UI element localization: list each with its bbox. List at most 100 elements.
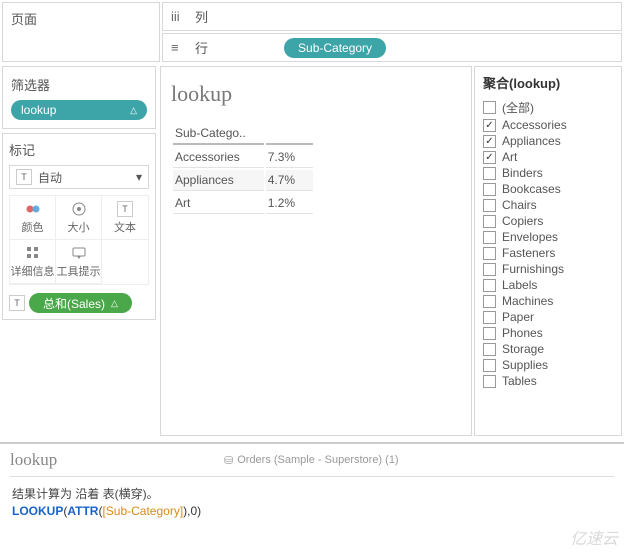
agg-all[interactable]: (全部) [483, 98, 613, 117]
agg-item[interactable]: Envelopes [483, 229, 613, 245]
row-pill-subcategory[interactable]: Sub-Category [284, 38, 386, 58]
agg-item[interactable]: Bookcases [483, 181, 613, 197]
marks-pill-icon: △ [111, 298, 118, 309]
agg-item[interactable]: Binders [483, 165, 613, 181]
agg-item[interactable]: Tables [483, 373, 613, 389]
pill-type-icon: T [9, 295, 25, 311]
checkbox-icon [483, 119, 496, 132]
chevron-down-icon: ▾ [136, 170, 142, 184]
agg-item[interactable]: Labels [483, 277, 613, 293]
agg-item[interactable]: Copiers [483, 213, 613, 229]
checkbox-icon [483, 231, 496, 244]
marks-pill-sales[interactable]: 总和(Sales) △ [29, 293, 132, 313]
marks-empty [102, 240, 148, 284]
agg-item[interactable]: Storage [483, 341, 613, 357]
agg-item-label: Paper [502, 310, 534, 324]
marks-card: 标记 T 自动 ▾ 颜色 大小 T 文本 [2, 133, 156, 320]
agg-item-label: Envelopes [502, 230, 558, 244]
agg-item-label: Appliances [502, 134, 561, 148]
rows-label: 行 [195, 38, 208, 57]
agg-item-label: Furnishings [502, 262, 564, 276]
checkbox-icon [483, 215, 496, 228]
agg-item[interactable]: Accessories [483, 117, 613, 133]
checkbox-icon [483, 247, 496, 260]
marks-detail[interactable]: 详细信息 [10, 240, 56, 284]
table-row[interactable]: Appliances4.7% [173, 170, 313, 191]
row-name: Art [173, 193, 264, 214]
agg-item[interactable]: Chairs [483, 197, 613, 213]
checkbox-icon [483, 359, 496, 372]
detail-icon [25, 245, 41, 261]
marks-type-label: 自动 [38, 169, 62, 186]
table-row[interactable]: Art1.2% [173, 193, 313, 214]
data-table: Sub-Catego.. Accessories7.3%Appliances4.… [171, 121, 315, 216]
marks-type-select[interactable]: T 自动 ▾ [9, 165, 149, 189]
checkbox-icon [483, 167, 496, 180]
filters-card: 筛选器 lookup △ [2, 66, 156, 129]
columns-label: 列 [195, 7, 208, 26]
checkbox-icon [483, 327, 496, 340]
marks-size[interactable]: 大小 [56, 196, 102, 240]
agg-item-label: Bookcases [502, 182, 561, 196]
pages-title: 页面 [11, 9, 151, 28]
agg-all-label: (全部) [502, 99, 534, 116]
pill-label: Sub-Category [298, 41, 372, 55]
row-value: 1.2% [266, 193, 313, 214]
watermark: 亿速云 [570, 525, 618, 549]
row-name: Appliances [173, 170, 264, 191]
agg-item[interactable]: Supplies [483, 357, 613, 373]
row-value: 7.3% [266, 147, 313, 168]
row-name: Accessories [173, 147, 264, 168]
agg-item-label: Machines [502, 294, 553, 308]
agg-item[interactable]: Fasteners [483, 245, 613, 261]
agg-item[interactable]: Phones [483, 325, 613, 341]
filter-pill-label: lookup [21, 103, 56, 117]
marks-color[interactable]: 颜色 [10, 196, 56, 240]
checkbox-icon [483, 151, 496, 164]
checkbox-icon [483, 343, 496, 356]
columns-shelf[interactable]: iii 列 [162, 2, 622, 31]
agg-item[interactable]: Appliances [483, 133, 613, 149]
checkbox-icon [483, 135, 496, 148]
agg-item[interactable]: Machines [483, 293, 613, 309]
checkbox-icon [483, 199, 496, 212]
datasource-selector[interactable]: ⛁ Orders (Sample - Superstore) (1) [224, 454, 399, 467]
agg-item[interactable]: Furnishings [483, 261, 613, 277]
marks-title: 标记 [9, 140, 149, 159]
agg-item[interactable]: Paper [483, 309, 613, 325]
table-row[interactable]: Accessories7.3% [173, 147, 313, 168]
agg-item-label: Tables [502, 374, 537, 388]
agg-item-label: Art [502, 150, 517, 164]
agg-item-label: Labels [502, 278, 537, 292]
agg-item-label: Accessories [502, 118, 567, 132]
checkbox-icon [483, 183, 496, 196]
calc-comment: 结果计算为 沿着 表(横穿)。 [12, 485, 612, 502]
agg-item-label: Storage [502, 342, 544, 356]
col-header[interactable]: Sub-Catego.. [173, 123, 264, 145]
checkbox-icon [483, 295, 496, 308]
datasource-label: Orders (Sample - Superstore) (1) [237, 454, 398, 466]
filter-pill-icon: △ [130, 105, 137, 116]
checkbox-icon [483, 101, 496, 114]
marks-tooltip[interactable]: 工具提示 [56, 240, 102, 284]
rows-shelf[interactable]: ≡ 行 Sub-Category [162, 33, 622, 62]
checkbox-icon [483, 279, 496, 292]
datasource-icon: ⛁ [224, 454, 233, 467]
text-icon: T [117, 201, 133, 217]
agg-item-label: Fasteners [502, 246, 555, 260]
calc-name-input[interactable]: lookup [10, 450, 210, 470]
marks-text[interactable]: T 文本 [102, 196, 148, 240]
calc-formula: LOOKUP(ATTR([Sub-Category]),0) [12, 504, 612, 518]
checkbox-icon [483, 311, 496, 324]
filters-title: 筛选器 [11, 75, 147, 94]
calc-body[interactable]: 结果计算为 沿着 表(横穿)。 LOOKUP(ATTR([Sub-Categor… [10, 477, 614, 526]
checkbox-icon [483, 375, 496, 388]
sheet-title: lookup [171, 81, 461, 107]
color-icon [25, 201, 41, 217]
pages-shelf[interactable]: 页面 [2, 2, 160, 62]
filter-pill-lookup[interactable]: lookup △ [11, 100, 147, 120]
worksheet-view[interactable]: lookup Sub-Catego.. Accessories7.3%Appli… [160, 66, 472, 436]
agg-item[interactable]: Art [483, 149, 613, 165]
marks-pill-label: 总和(Sales) [43, 295, 105, 312]
checkbox-icon [483, 263, 496, 276]
